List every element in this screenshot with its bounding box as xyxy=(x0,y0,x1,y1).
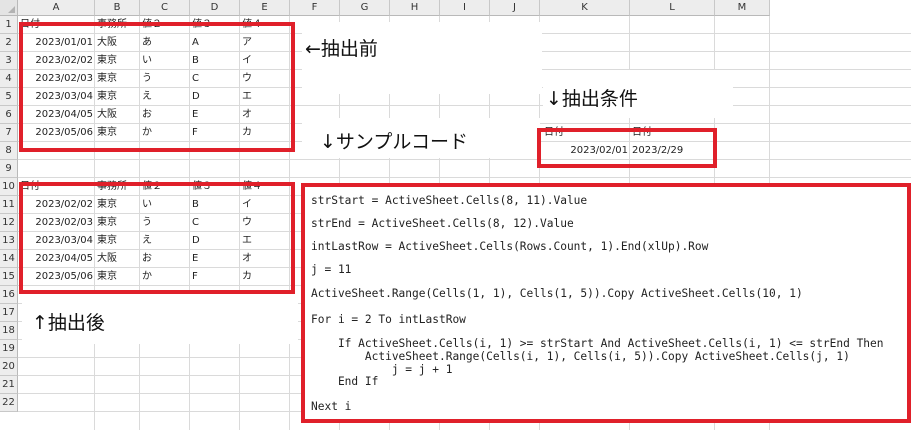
column-header-m[interactable]: M xyxy=(715,0,770,16)
row-header-17[interactable]: 17 xyxy=(0,304,18,322)
row-header-18[interactable]: 18 xyxy=(0,322,18,340)
row-header-5[interactable]: 5 xyxy=(0,88,18,106)
code-line: j = 11 xyxy=(311,263,352,276)
column-header-f[interactable]: F xyxy=(290,0,340,16)
code-line: strStart = ActiveSheet.Cells(8, 11).Valu… xyxy=(311,194,588,207)
row-header-22[interactable]: 22 xyxy=(0,394,18,412)
before-label: ←抽出前 xyxy=(305,38,378,60)
column-header-g[interactable]: G xyxy=(340,0,390,16)
code-line: Next i xyxy=(311,400,352,413)
row-header-10[interactable]: 10 xyxy=(0,178,18,196)
column-header-i[interactable]: I xyxy=(440,0,490,16)
row-header-19[interactable]: 19 xyxy=(0,340,18,358)
grid-row-line xyxy=(18,159,911,160)
row-header-2[interactable]: 2 xyxy=(0,34,18,52)
column-header-h[interactable]: H xyxy=(390,0,440,16)
row-header-6[interactable]: 6 xyxy=(0,106,18,124)
row-header-16[interactable]: 16 xyxy=(0,286,18,304)
row-header-4[interactable]: 4 xyxy=(0,70,18,88)
column-header-j[interactable]: J xyxy=(490,0,540,16)
row-header-3[interactable]: 3 xyxy=(0,52,18,70)
row-header-9[interactable]: 9 xyxy=(0,160,18,178)
row-header-14[interactable]: 14 xyxy=(0,250,18,268)
sample-code-box: strStart = ActiveSheet.Cells(8, 11).Valu… xyxy=(301,183,911,423)
row-header-11[interactable]: 11 xyxy=(0,196,18,214)
column-header-c[interactable]: C xyxy=(140,0,190,16)
code-line: ActiveSheet.Range(Cells(i, 1), Cells(i, … xyxy=(311,350,850,363)
column-header-b[interactable]: B xyxy=(95,0,140,16)
sample-code-label: ↓サンプルコード xyxy=(320,131,468,153)
after-range-highlight xyxy=(19,182,295,294)
row-header-12[interactable]: 12 xyxy=(0,214,18,232)
code-line: For i = 2 To intLastRow xyxy=(311,313,466,326)
row-header-20[interactable]: 20 xyxy=(0,358,18,376)
condition-label: ↓抽出条件 xyxy=(546,88,638,110)
column-header-a[interactable]: A xyxy=(18,0,95,16)
code-line: strEnd = ActiveSheet.Cells(8, 12).Value xyxy=(311,217,574,230)
spreadsheet: ABCDEFGHIJKLM 1 2 3 4 5 6 7 8 9 10 11 12 13 14 15 16 17 1… xyxy=(0,0,911,430)
code-line: End If xyxy=(311,375,379,388)
code-line: ActiveSheet.Range(Cells(1, 1), Cells(1, … xyxy=(311,287,803,300)
row-header-7[interactable]: 7 xyxy=(0,124,18,142)
code-line: intLastRow = ActiveSheet.Cells(Rows.Coun… xyxy=(311,240,709,253)
select-all-corner[interactable] xyxy=(0,0,18,16)
column-header-l[interactable]: L xyxy=(630,0,715,16)
column-header-e[interactable]: E xyxy=(240,0,290,16)
row-header-13[interactable]: 13 xyxy=(0,232,18,250)
row-header-21[interactable]: 21 xyxy=(0,376,18,394)
column-header-k[interactable]: K xyxy=(540,0,630,16)
row-header-8[interactable]: 8 xyxy=(0,142,18,160)
row-header-1[interactable]: 1 xyxy=(0,16,18,34)
code-line: If ActiveSheet.Cells(i, 1) >= strStart A… xyxy=(311,337,884,350)
after-label: ↑抽出後 xyxy=(32,312,105,334)
condition-range-highlight xyxy=(537,128,717,168)
column-header-d[interactable]: D xyxy=(190,0,240,16)
row-header-15[interactable]: 15 xyxy=(0,268,18,286)
before-range-highlight xyxy=(19,22,295,152)
